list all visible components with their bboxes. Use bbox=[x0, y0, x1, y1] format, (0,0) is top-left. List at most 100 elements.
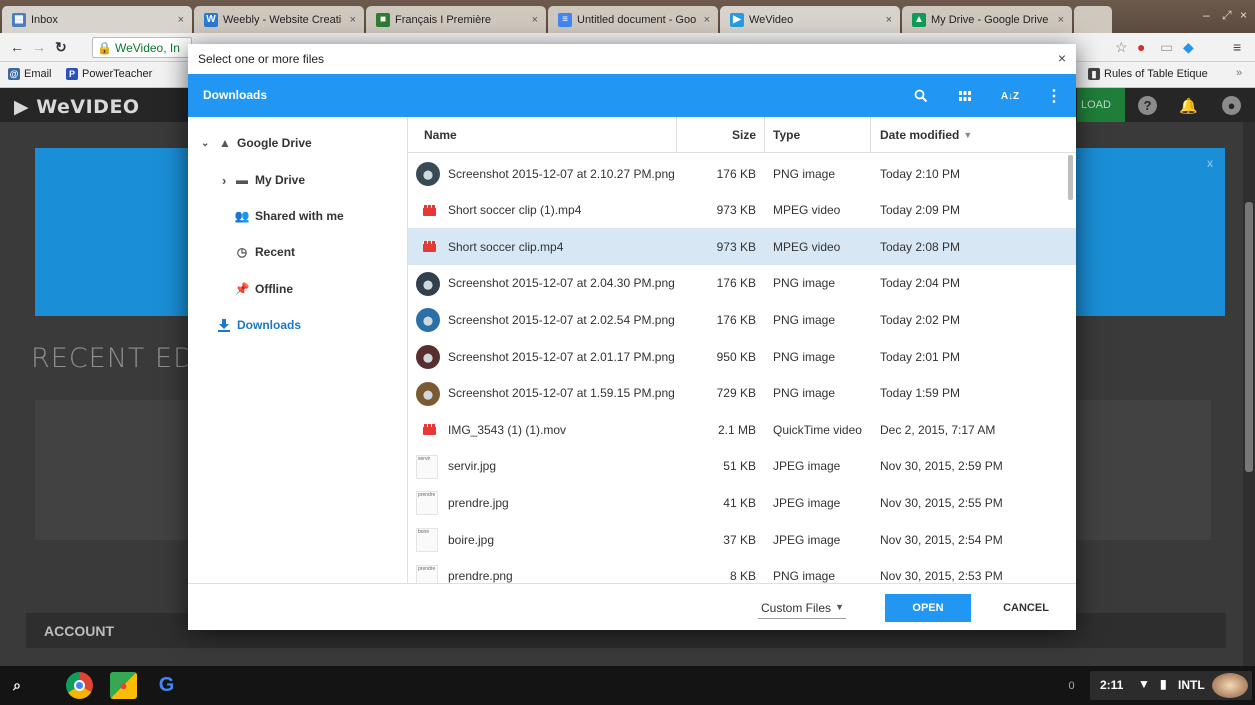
file-size: 37 KB bbox=[723, 532, 756, 547]
file-row[interactable]: boire boire.jpg 37 KB JPEG image Nov 30, 201… bbox=[408, 521, 1076, 558]
close-icon[interactable]: × bbox=[532, 14, 538, 26]
file-row[interactable]: Screenshot 2015-12-07 at 2.04.30 PM.png 1… bbox=[408, 265, 1076, 302]
file-type-value: Custom Files bbox=[761, 600, 832, 615]
cast-icon[interactable]: ▭ bbox=[1160, 39, 1173, 56]
tab-docs[interactable]: ≡ Untitled document - Goo × bbox=[548, 6, 718, 33]
user-avatar-icon[interactable]: ● bbox=[1222, 96, 1241, 115]
column-type[interactable]: Type bbox=[773, 117, 800, 153]
wevideo-logo-icon: ▶ bbox=[14, 96, 37, 118]
page-scrollbar-thumb[interactable] bbox=[1245, 202, 1253, 472]
upload-button[interactable]: LOAD bbox=[1077, 88, 1125, 122]
bookmark-rules[interactable]: ▮ Rules of Table Etique bbox=[1088, 68, 1208, 80]
sidebar-item-label: Google Drive bbox=[237, 136, 312, 150]
sort-icon[interactable]: A↓Z bbox=[997, 83, 1023, 109]
close-icon[interactable]: × bbox=[1058, 14, 1064, 26]
google-icon[interactable]: G bbox=[153, 672, 180, 699]
tab-drive[interactable]: ▲ My Drive - Google Drive × bbox=[902, 6, 1072, 33]
list-scrollbar[interactable] bbox=[1068, 155, 1073, 200]
tab-weebly[interactable]: W Weebly - Website Creati × bbox=[194, 6, 364, 33]
more-options-icon[interactable]: ⋮ bbox=[1041, 83, 1067, 109]
inbox-icon: ▦ bbox=[12, 12, 26, 27]
file-size: 729 KB bbox=[716, 386, 756, 401]
sidebar-item-downloads[interactable]: Downloads bbox=[188, 307, 408, 343]
menu-icon[interactable]: ≡ bbox=[1233, 39, 1241, 55]
bookmark-email[interactable]: @ Email bbox=[8, 68, 52, 80]
star-icon[interactable]: ☆ bbox=[1115, 39, 1128, 56]
sidebar-item-my-drive[interactable]: › ▬ My Drive bbox=[188, 162, 408, 198]
file-date: Today 2:02 PM bbox=[880, 312, 961, 327]
forward-icon[interactable]: → bbox=[32, 39, 46, 55]
dialog-header: Downloads A↓Z ⋮ bbox=[188, 74, 1076, 117]
sidebar-item-recent[interactable]: ◷ Recent bbox=[188, 234, 408, 270]
banner-close-icon[interactable]: x bbox=[1207, 156, 1213, 170]
file-type: PNG image bbox=[773, 349, 836, 364]
close-icon[interactable]: × bbox=[886, 14, 892, 26]
reload-icon[interactable]: ↻ bbox=[55, 39, 67, 56]
minimize-icon[interactable]: – bbox=[1203, 8, 1210, 22]
bookmark-label: Email bbox=[24, 68, 52, 80]
file-row[interactable]: Screenshot 2015-12-07 at 2.01.17 PM.png 9… bbox=[408, 338, 1076, 375]
sort-down-icon: ▼ bbox=[963, 130, 973, 140]
close-icon[interactable]: × bbox=[704, 14, 710, 26]
launcher-search-icon[interactable]: ⌕ bbox=[6, 674, 28, 696]
file-row[interactable]: prendre prendre.png 8 KB PNG image Nov 30, 2… bbox=[408, 558, 1076, 583]
wevideo-logo-text: WeVIDEO bbox=[36, 96, 140, 118]
sidebar-item-shared[interactable]: 👥 Shared with me bbox=[188, 198, 408, 234]
bookmark-powerteacher[interactable]: P PowerTeacher bbox=[66, 68, 152, 80]
chrome-icon[interactable] bbox=[66, 672, 93, 699]
dialog-close-icon[interactable]: × bbox=[1058, 50, 1066, 66]
file-row[interactable]: prendre prendre.jpg 41 KB JPEG image Nov 30,… bbox=[408, 484, 1076, 521]
close-icon[interactable]: × bbox=[350, 14, 356, 26]
column-date[interactable]: Date modified ▼ bbox=[880, 117, 972, 153]
file-row[interactable]: IMG_3543 (1) (1).mov 2.1 MB QuickTime vide… bbox=[408, 411, 1076, 448]
extension-red-icon[interactable]: ● bbox=[1137, 39, 1145, 55]
column-divider[interactable] bbox=[764, 117, 765, 153]
image-thumbnail-icon bbox=[416, 162, 440, 186]
file-type-select[interactable]: Custom Files ▼ bbox=[758, 597, 846, 619]
column-size[interactable]: Size bbox=[708, 117, 756, 153]
file-row[interactable]: servir servir.jpg 51 KB JPEG image Nov 30, 2… bbox=[408, 448, 1076, 485]
status-tray[interactable]: 2:11 ▼ ▮ INTL bbox=[1090, 671, 1252, 700]
file-date: Today 2:08 PM bbox=[880, 239, 961, 254]
file-row[interactable]: Screenshot 2015-12-07 at 2.10.27 PM.png 1… bbox=[408, 155, 1076, 192]
maps-icon[interactable]: ● bbox=[110, 672, 137, 699]
classroom-icon: ■ bbox=[376, 12, 390, 27]
chevron-down-icon[interactable]: ⌄ bbox=[201, 138, 209, 149]
chevron-right-icon[interactable]: › bbox=[222, 173, 226, 188]
cancel-button[interactable]: CANCEL bbox=[985, 594, 1067, 622]
file-row[interactable]: Short soccer clip.mp4 973 KB MPEG video Tod… bbox=[408, 228, 1076, 266]
wevideo-logo[interactable]: ▶ WeVIDEO bbox=[14, 96, 140, 118]
grid-view-icon[interactable] bbox=[952, 83, 978, 109]
window-close-icon[interactable]: × bbox=[1240, 8, 1247, 22]
dialog-footer: Custom Files ▼ OPEN CANCEL bbox=[188, 583, 1076, 630]
page-scrollbar[interactable] bbox=[1243, 122, 1255, 666]
file-row[interactable]: Short soccer clip (1).mp4 973 KB MPEG vide… bbox=[408, 192, 1076, 229]
column-divider[interactable] bbox=[870, 117, 871, 153]
close-icon[interactable]: × bbox=[178, 14, 184, 26]
open-button[interactable]: OPEN bbox=[885, 594, 971, 622]
notification-count[interactable]: 0 bbox=[1063, 677, 1080, 694]
sidebar-item-google-drive[interactable]: ⌄ ▲ Google Drive bbox=[188, 125, 408, 161]
tab-wevideo[interactable]: ▶ WeVideo × bbox=[720, 6, 900, 33]
new-tab-button[interactable] bbox=[1074, 6, 1112, 33]
column-name[interactable]: Name bbox=[424, 117, 457, 153]
tab-classroom[interactable]: ■ Français I Première × bbox=[366, 6, 546, 33]
back-icon[interactable]: ← bbox=[10, 39, 24, 55]
tab-title: Untitled document - Goo bbox=[577, 13, 697, 26]
column-divider[interactable] bbox=[676, 117, 677, 153]
search-icon[interactable] bbox=[908, 83, 934, 109]
file-row[interactable]: Screenshot 2015-12-07 at 2.02.54 PM.png 1… bbox=[408, 301, 1076, 338]
help-icon[interactable]: ? bbox=[1138, 96, 1157, 115]
file-date: Today 2:04 PM bbox=[880, 276, 961, 291]
file-type: JPEG image bbox=[773, 495, 841, 510]
file-row[interactable]: Screenshot 2015-12-07 at 1.59.15 PM.png 7… bbox=[408, 375, 1076, 412]
more-bookmarks-icon[interactable]: » bbox=[1236, 67, 1242, 79]
sidebar-item-offline[interactable]: 📌 Offline bbox=[188, 271, 408, 307]
extension-blue-icon[interactable]: ◆ bbox=[1183, 39, 1194, 56]
maximize-icon[interactable]: ⤢ bbox=[1222, 8, 1232, 23]
bell-icon[interactable]: 🔔 bbox=[1179, 96, 1198, 115]
file-name: boire.jpg bbox=[448, 532, 495, 547]
tab-inbox[interactable]: ▦ Inbox × bbox=[2, 6, 192, 33]
address-bar[interactable]: 🔒 WeVideo, In bbox=[92, 37, 192, 58]
file-size: 973 KB bbox=[716, 203, 756, 218]
